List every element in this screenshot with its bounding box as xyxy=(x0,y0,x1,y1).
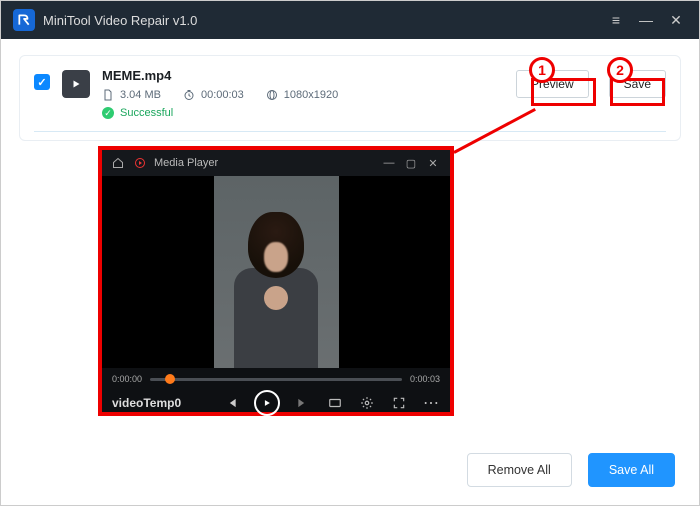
card-divider xyxy=(34,131,666,132)
file-resolution-stat: 1080x1920 xyxy=(266,89,338,101)
play-button[interactable] xyxy=(254,390,280,416)
file-duration-stat: 00:00:03 xyxy=(183,89,244,101)
file-thumbnail-icon xyxy=(62,70,90,98)
video-content-placeholder xyxy=(226,198,326,368)
file-resolution: 1080x1920 xyxy=(284,89,338,101)
more-icon[interactable]: ⋯ xyxy=(422,394,440,412)
player-controls: 0:00:00 0:00:03 videoTemp0 xyxy=(102,368,450,412)
save-all-button[interactable]: Save All xyxy=(588,453,675,487)
seek-knob[interactable] xyxy=(165,374,175,384)
remove-all-button[interactable]: Remove All xyxy=(467,453,572,487)
file-duration: 00:00:03 xyxy=(201,89,244,101)
fullscreen-icon[interactable] xyxy=(390,394,408,412)
window-title: MiniTool Video Repair v1.0 xyxy=(43,13,597,28)
next-track-icon[interactable] xyxy=(294,394,312,412)
close-icon[interactable]: ✕ xyxy=(665,9,687,31)
player-home-icon[interactable] xyxy=(110,155,126,171)
file-meta: MEME.mp4 3.04 MB 00:00:03 1080x1920 xyxy=(102,68,504,119)
title-bar: MiniTool Video Repair v1.0 ≡ — ✕ xyxy=(1,1,699,39)
clock-icon xyxy=(183,89,195,101)
display-mode-icon[interactable] xyxy=(326,394,344,412)
footer-actions: Remove All Save All xyxy=(467,453,675,487)
video-frame xyxy=(214,176,339,368)
status-text: Successful xyxy=(120,107,173,119)
time-total: 0:00:03 xyxy=(410,374,440,384)
app-logo-icon xyxy=(13,9,35,31)
file-size: 3.04 MB xyxy=(120,89,161,101)
player-close-icon[interactable]: ✕ xyxy=(424,154,442,172)
status-row: ✓ Successful xyxy=(102,107,504,119)
player-minimize-icon[interactable]: — xyxy=(380,154,398,172)
file-icon xyxy=(102,89,114,101)
success-check-icon: ✓ xyxy=(102,107,114,119)
file-checkbox[interactable] xyxy=(34,74,50,90)
video-name: videoTemp0 xyxy=(112,396,208,410)
menu-icon[interactable]: ≡ xyxy=(605,9,627,31)
player-app-icon xyxy=(132,155,148,171)
file-size-stat: 3.04 MB xyxy=(102,89,161,101)
resolution-icon xyxy=(266,89,278,101)
prev-track-icon[interactable] xyxy=(222,394,240,412)
callout-badge-2: 2 xyxy=(607,57,633,83)
video-viewport[interactable] xyxy=(102,176,450,368)
player-maximize-icon[interactable]: ▢ xyxy=(402,154,420,172)
player-titlebar: Media Player — ▢ ✕ xyxy=(102,150,450,176)
player-title: Media Player xyxy=(154,157,376,169)
seek-track[interactable] xyxy=(150,378,402,381)
minimize-icon[interactable]: — xyxy=(635,9,657,31)
file-name: MEME.mp4 xyxy=(102,68,504,83)
media-player-window: Media Player — ▢ ✕ 0:00:00 0:00:03 video… xyxy=(98,146,454,416)
callout-badge-1: 1 xyxy=(529,57,555,83)
settings-icon[interactable] xyxy=(358,394,376,412)
time-current: 0:00:00 xyxy=(112,374,142,384)
